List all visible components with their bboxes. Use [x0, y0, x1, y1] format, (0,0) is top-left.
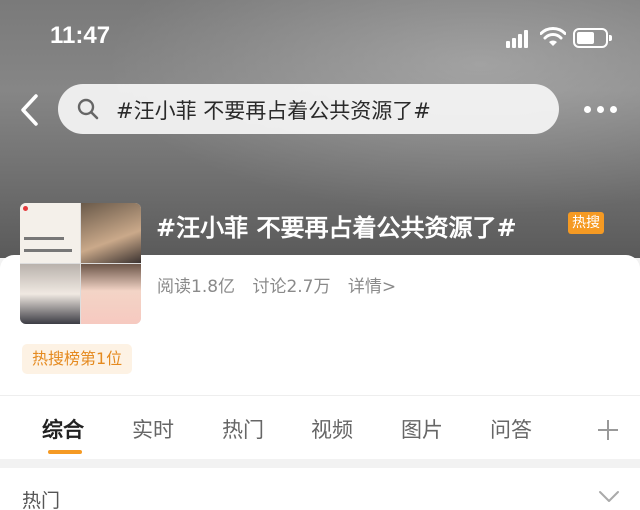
tab-images[interactable]: 图片 — [401, 414, 443, 444]
topic-stats: 阅读1.8亿 讨论2.7万 详情> — [157, 272, 408, 297]
status-bar: 11:47 — [0, 0, 640, 70]
signal-icon — [506, 30, 528, 48]
topic-title: #汪小菲 不要再占着公共资源了# — [156, 214, 517, 242]
thumbnail-screenshot-quadrant — [20, 203, 80, 263]
discussion-count: 讨论2.7万 — [252, 277, 331, 297]
tab-bar: 综合 实时 热门 视频 图片 问答 — [0, 395, 640, 459]
wifi-icon — [540, 27, 566, 46]
thumbnail-couple-quadrant — [20, 264, 80, 324]
chevron-down-icon[interactable] — [598, 490, 620, 504]
hot-search-rank-tag[interactable]: 热搜榜第1位 — [22, 344, 133, 374]
tab-comprehensive[interactable]: 综合 — [42, 414, 84, 444]
active-tab-indicator — [48, 450, 82, 454]
tab-realtime[interactable]: 实时 — [132, 414, 174, 444]
status-time: 11:47 — [50, 22, 111, 49]
read-count: 阅读1.8亿 — [157, 277, 236, 297]
tab-hot[interactable]: 热门 — [222, 414, 264, 444]
battery-icon — [573, 28, 613, 48]
search-query-text: #汪小菲 不要再占着公共资源了# — [116, 99, 431, 123]
tab-qa[interactable]: 问答 — [490, 414, 532, 444]
topic-thumbnail-image[interactable] — [20, 203, 141, 324]
thumbnail-selfie-quadrant — [81, 264, 141, 324]
search-input[interactable]: #汪小菲 不要再占着公共资源了# — [58, 84, 559, 134]
thumbnail-portrait-quadrant — [81, 203, 141, 263]
section-title: 热门 — [22, 490, 61, 510]
back-arrow-icon[interactable] — [14, 90, 48, 130]
search-icon — [77, 98, 99, 120]
details-link[interactable]: 详情> — [348, 277, 396, 297]
tab-video[interactable]: 视频 — [311, 414, 353, 444]
section-header: 热门 — [0, 468, 640, 510]
hot-search-badge: 热搜 — [568, 212, 604, 234]
more-icon[interactable] — [584, 104, 618, 116]
plus-icon[interactable] — [597, 419, 619, 441]
